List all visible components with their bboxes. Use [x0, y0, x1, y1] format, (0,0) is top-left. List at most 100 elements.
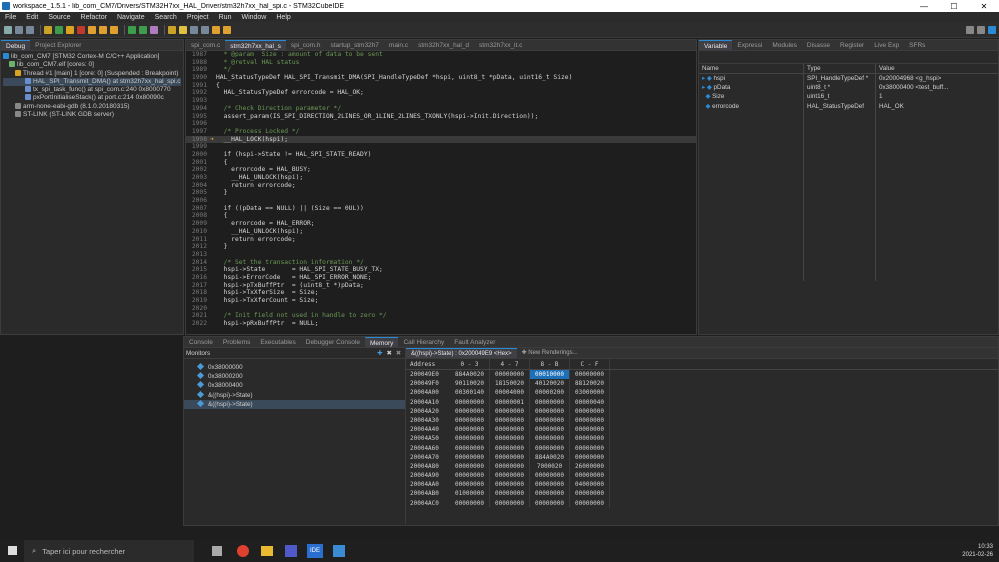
memory-cell[interactable]: 7000020 — [530, 461, 570, 472]
tree-launch[interactable]: lib_com_CM7 [STM32 Cortex-M C/C++ Applic… — [3, 53, 181, 61]
code-line[interactable]: 2009 errorcode = HAL_ERROR; — [186, 220, 696, 228]
memory-cell[interactable]: 00000000 — [450, 480, 490, 490]
memory-cell[interactable]: 00000000 — [570, 471, 610, 481]
memory-row[interactable]: 20004AB0 01000000 00000000 00000000 00000000 — [406, 489, 998, 499]
memory-cell[interactable]: 88120020 — [570, 379, 610, 389]
menu-run[interactable]: Run — [214, 14, 237, 21]
variable-row[interactable]: ▸ ◆ hspi SPI_HandleTypeDef * 0x20004968 <g… — [699, 74, 998, 84]
memory-cell[interactable]: 00000000 — [490, 406, 530, 416]
memory-cell[interactable]: 00000000 — [490, 461, 530, 472]
variable-row[interactable]: ◆ Size uint16_t 1 — [699, 92, 998, 102]
resume-icon[interactable] — [55, 25, 63, 34]
debug-perspective-icon[interactable] — [988, 25, 996, 34]
memory-cell[interactable]: 00000000 — [450, 498, 490, 508]
teams-icon[interactable] — [285, 545, 297, 557]
external-tools-icon[interactable] — [150, 25, 158, 34]
memory-row[interactable]: 20004A50 00000000 00000000 00000000 00000000 — [406, 434, 998, 444]
start-windows-icon[interactable] — [8, 546, 17, 555]
col-name[interactable]: Name — [699, 64, 804, 73]
tab-executables[interactable]: Executables — [255, 337, 300, 347]
menu-navigate[interactable]: Navigate — [112, 14, 150, 21]
memory-cell[interactable]: 40120020 — [530, 379, 570, 389]
memory-table[interactable]: 200049E0 884A0020 00000000 00010000 00000000… — [406, 370, 998, 508]
memory-cell[interactable]: 00000000 — [450, 415, 490, 426]
memory-cell[interactable]: 90110020 — [450, 379, 490, 389]
perspective-icon[interactable] — [977, 25, 985, 34]
col-type[interactable]: Type — [804, 64, 876, 73]
memory-cell[interactable]: 18150020 — [490, 379, 530, 389]
forward-icon[interactable] — [223, 25, 231, 34]
code-line[interactable]: 1988 * @retval HAL status — [186, 59, 696, 67]
remove-monitor-icon[interactable]: ✖ — [386, 348, 391, 358]
memory-cell[interactable]: 00000000 — [450, 461, 490, 472]
close-button[interactable]: ✕ — [969, 2, 999, 11]
file-explorer-icon[interactable] — [261, 546, 273, 556]
code-line[interactable]: 1987 * @param Size : amount of data to b… — [186, 51, 696, 59]
memory-row[interactable]: 200049E0 884A0020 00000000 00010000 00000000 — [406, 370, 998, 380]
memory-row[interactable]: 20004A90 00000000 00000000 00000000 00000000 — [406, 471, 998, 481]
memory-cell[interactable]: 00000000 — [530, 397, 570, 407]
menu-edit[interactable]: Edit — [21, 14, 43, 21]
code-line[interactable]: 2020 — [186, 305, 696, 313]
memory-cell[interactable]: 01000000 — [450, 489, 490, 499]
terminate-icon[interactable] — [77, 25, 85, 34]
memory-cell[interactable]: 00000000 — [530, 480, 570, 490]
monitor-item[interactable]: &((hspi)->State) — [184, 390, 405, 400]
memory-cell[interactable]: 00000000 — [570, 406, 610, 416]
code-line[interactable]: 2002 errorcode = HAL_BUSY; — [186, 166, 696, 174]
add-monitor-icon[interactable]: ✚ — [377, 348, 382, 358]
variable-row[interactable]: ◆ errorcode HAL_StatusTypeDef HAL_OK — [699, 101, 998, 111]
memory-row[interactable]: 20004AA0 00000000 00000000 00000000 04000000 — [406, 480, 998, 490]
memory-row[interactable]: 20004A00 00300140 00004000 00000200 03000000 — [406, 388, 998, 398]
memory-cell[interactable]: 00000000 — [570, 489, 610, 499]
code-line[interactable]: 2005 } — [186, 189, 696, 197]
memory-cell[interactable]: 00000000 — [490, 480, 530, 490]
memory-cell[interactable]: 00000000 — [530, 471, 570, 481]
memory-cell[interactable]: 00000000 — [490, 415, 530, 426]
memory-cell[interactable]: 26000000 — [570, 461, 610, 472]
tab-project-explorer[interactable]: Project Explorer — [30, 40, 86, 50]
menu-file[interactable]: File — [0, 14, 21, 21]
memory-cell[interactable]: 884A0020 — [450, 370, 490, 380]
memory-row[interactable]: 20004AC0 00000000 00000000 00000000 00000000 — [406, 498, 998, 508]
memory-cell[interactable]: 00000000 — [450, 471, 490, 481]
memory-row[interactable]: 20004A40 00000000 00000000 00000000 00000000 — [406, 425, 998, 435]
editor-tab[interactable]: spi_com.c — [186, 40, 225, 50]
col-value[interactable]: Value — [876, 64, 998, 73]
menu-help[interactable]: Help — [271, 14, 295, 21]
tree-frame[interactable]: tx_spi_task_func() at spi_com.c:240 0x80… — [3, 86, 181, 94]
memory-cell[interactable]: 00000000 — [530, 415, 570, 426]
code-line[interactable]: 2022 hspi->pRxBuffPtr = NULL; — [186, 320, 696, 328]
tab-registers[interactable]: Register — [835, 40, 869, 50]
new-renderings-tab[interactable]: ✚ New Renderings... — [517, 348, 583, 358]
code-line[interactable]: 1992 HAL_StatusTypeDef errorcode = HAL_O… — [186, 89, 696, 97]
memory-cell[interactable]: 00000000 — [490, 452, 530, 462]
tab-modules[interactable]: Modules — [767, 40, 802, 50]
memory-cell[interactable]: 00000000 — [450, 443, 490, 453]
tab-debug[interactable]: Debug — [1, 40, 31, 50]
chrome-icon[interactable] — [237, 545, 249, 557]
memory-cell[interactable]: 00000000 — [450, 406, 490, 416]
code-line[interactable]: 2000 if (hspi->State != HAL_SPI_STATE_RE… — [186, 151, 696, 159]
build-icon[interactable] — [44, 25, 52, 34]
code-line[interactable]: 2017 hspi->pTxBuffPtr = (uint8_t *)pData… — [186, 282, 696, 290]
suspend-icon[interactable] — [66, 25, 74, 34]
save-all-icon[interactable] — [26, 25, 34, 34]
code-line[interactable]: 2008 { — [186, 212, 696, 220]
memory-cell[interactable]: 00000000 — [570, 415, 610, 426]
step-return-icon[interactable] — [110, 25, 118, 34]
memory-cell[interactable]: 00000000 — [530, 443, 570, 453]
ide-icon[interactable]: IDE — [307, 544, 323, 558]
memory-cell[interactable]: 00000000 — [490, 434, 530, 444]
memory-cell[interactable]: 00000000 — [530, 425, 570, 435]
memory-cell[interactable]: 00000000 — [490, 443, 530, 453]
tree-gdb[interactable]: arm-none-eabi-gdb (8.1.0.20180315) — [3, 102, 181, 111]
code-line[interactable]: 2018 hspi->TxXferSize = Size; — [186, 289, 696, 297]
code-line[interactable]: 2011 return errorcode; — [186, 236, 696, 244]
code-line[interactable]: 2010 __HAL_UNLOCK(hspi); — [186, 228, 696, 236]
code-line[interactable]: 2016 hspi->ErrorCode = HAL_SPI_ERROR_NON… — [186, 274, 696, 282]
memory-cell[interactable]: 00000000 — [490, 498, 530, 508]
memory-cell[interactable]: 00000000 — [450, 397, 490, 407]
editor-tab-active[interactable]: stm32h7xx_hal_s — [225, 40, 286, 50]
code-line[interactable]: 2006 — [186, 197, 696, 205]
